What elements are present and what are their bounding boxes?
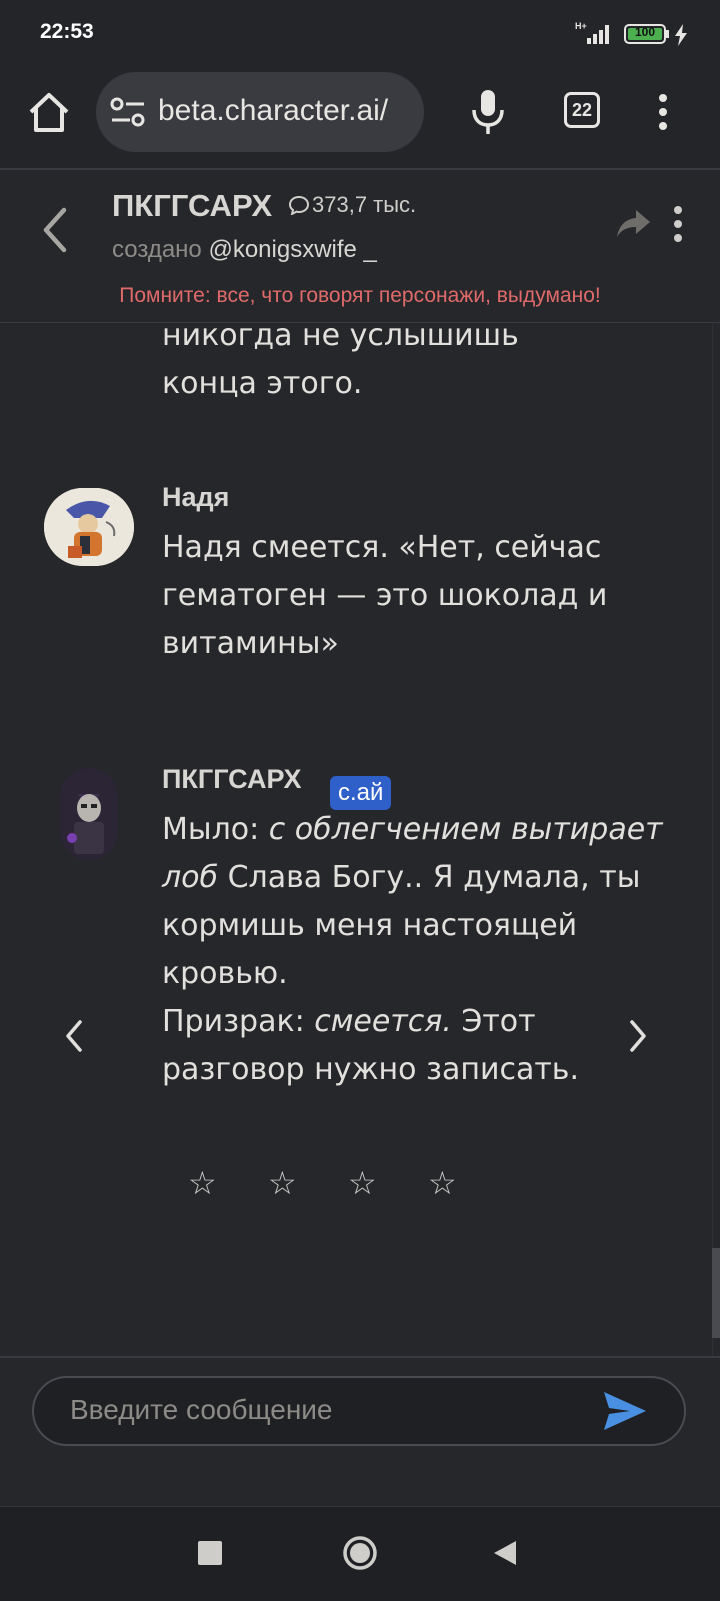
avatar[interactable] (44, 488, 134, 566)
more-vert-icon[interactable] (668, 206, 688, 242)
scrollbar[interactable] (712, 1248, 720, 1338)
message-text: Мыло: с облегчением вытирает лоб Слава Б… (162, 806, 672, 1094)
ai-badge: c.ай (330, 776, 392, 810)
message-list[interactable]: никогда не услышишь конца этого. Надя На… (0, 322, 720, 1356)
message-text: Надя смеется. «Нет, сейчас гематоген — э… (162, 524, 672, 668)
chat-header: ПКГГСАРХ 373,7 тыс. создано @konigsxwife… (0, 170, 720, 323)
star-icon[interactable]: ☆ (188, 1164, 217, 1202)
composer: Введите сообщение (0, 1356, 720, 1508)
message-line: лоб Слава Богу.. Я думала, ты (162, 860, 641, 895)
message-line: конца этого. (162, 366, 363, 401)
message-line: гематоген — это шоколад и (162, 578, 608, 613)
tab-count: 22 (571, 100, 593, 120)
url-text[interactable]: beta.character.ai/ (158, 94, 388, 128)
chat-count-value: 373,7 тыс. (312, 192, 417, 217)
scroll-track (712, 322, 713, 1356)
sender-name: Надя (162, 482, 230, 512)
more-vert-icon[interactable] (650, 92, 676, 132)
input-placeholder[interactable]: Введите сообщение (70, 1394, 333, 1426)
creator-prefix: создано (112, 236, 202, 263)
creator-line: создано @konigsxwife _ (112, 236, 377, 264)
browser-toolbar: beta.character.ai/ 22 (0, 68, 720, 170)
character-name[interactable]: ПКГГСАРХ (112, 188, 272, 224)
message-line: Надя смеется. «Нет, сейчас (162, 530, 602, 565)
home-icon[interactable] (26, 90, 72, 136)
message-line: кормишь меня настоящей (162, 908, 578, 943)
status-bar: 22:53 H+ 100 (0, 0, 720, 68)
message-line: Мыло: с облегчением вытирает (162, 812, 663, 847)
recents-button[interactable] (198, 1541, 222, 1565)
chat-count: 373,7 тыс. (288, 192, 416, 218)
avatar-image (44, 488, 134, 566)
message-line: разговор нужно записать. (162, 1052, 580, 1087)
star-icon[interactable]: ☆ (348, 1164, 377, 1202)
sender-name: ПКГГСАРХ (162, 764, 302, 794)
avatar[interactable] (60, 768, 118, 860)
message-line: витамины» (162, 626, 339, 661)
clock: 22:53 (40, 20, 94, 43)
message-line: кровью. (162, 956, 288, 991)
star-icon[interactable]: ☆ (268, 1164, 297, 1202)
creator-handle[interactable]: @konigsxwife _ (208, 236, 376, 263)
battery-icon: 100 (624, 24, 666, 44)
back-arrow-icon[interactable] (36, 202, 76, 258)
back-button[interactable] (492, 1539, 518, 1567)
tabs-icon[interactable]: 22 (564, 92, 600, 128)
chevron-left-icon[interactable] (58, 1012, 90, 1060)
charging-icon (675, 24, 687, 46)
disclaimer-text: Помните: все, что говорят персонажи, выд… (119, 284, 601, 307)
rating-stars: ☆ ☆ ☆ ☆ (188, 1164, 488, 1204)
star-icon[interactable]: ☆ (428, 1164, 457, 1202)
message-line: Призрак: смеется. Этот (162, 1004, 536, 1039)
address-bar[interactable]: beta.character.ai/ (96, 72, 424, 152)
battery-level: 100 (634, 25, 656, 39)
share-icon[interactable] (614, 204, 652, 242)
message-line: никогда не услышишь (162, 322, 519, 353)
send-icon[interactable] (602, 1390, 648, 1432)
signal-icon: H+ (575, 21, 609, 44)
message-input[interactable]: Введите сообщение (32, 1376, 686, 1446)
network-type: H+ (575, 21, 587, 31)
mic-icon[interactable] (470, 88, 506, 136)
message-text: никогда не услышишь конца этого. (162, 322, 672, 408)
system-nav-bar (0, 1506, 720, 1601)
tune-icon[interactable] (110, 96, 146, 128)
avatar-image (60, 768, 118, 860)
chat-bubble-icon (288, 195, 310, 215)
home-button[interactable] (342, 1535, 378, 1571)
chevron-right-icon[interactable] (622, 1012, 654, 1060)
